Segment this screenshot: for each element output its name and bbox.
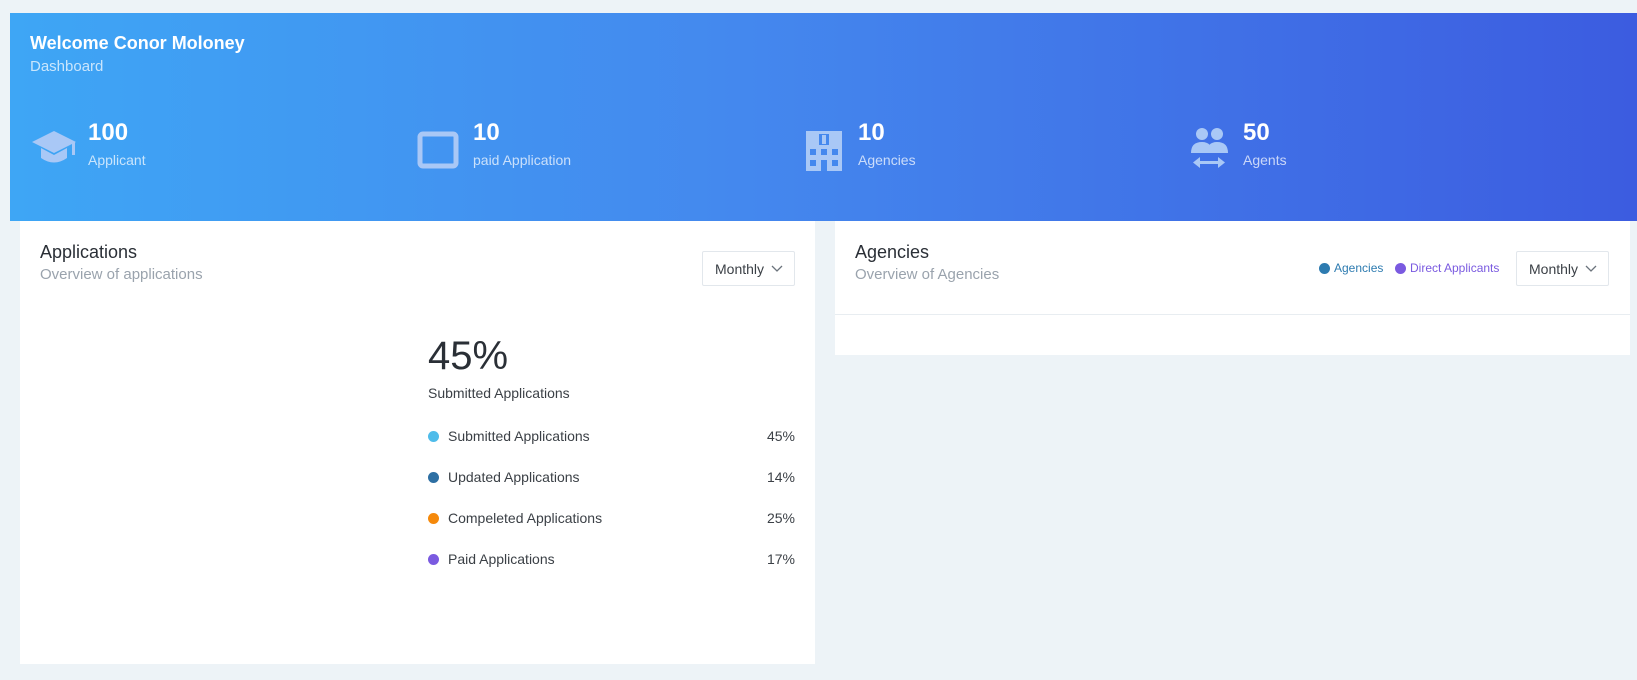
building-icon: [806, 131, 842, 171]
legend-label: Agencies: [1334, 261, 1384, 275]
legend-label: Compeleted Applications: [448, 510, 603, 526]
legend-agencies[interactable]: Agencies: [1319, 261, 1383, 275]
legend-item: Compeleted Applications 25%: [428, 509, 815, 529]
stat-paid-application: 10 paid Application: [415, 119, 795, 179]
welcome-banner: Welcome Conor Moloney Dashboard 100 Appl…: [10, 13, 1637, 221]
page-subtitle: Dashboard: [30, 58, 104, 75]
legend-label: Submitted Applications: [448, 428, 590, 444]
legend-dot: [428, 431, 439, 442]
welcome-title: Welcome Conor Moloney: [30, 33, 245, 53]
stat-value: 10: [858, 119, 885, 146]
stat-label: Applicant: [88, 152, 146, 168]
stat-label: paid Application: [473, 152, 572, 168]
legend-item: Paid Applications 17%: [428, 550, 815, 570]
agencies-subtitle: Overview of Agencies: [855, 266, 1000, 283]
agents-exchange-icon: [1191, 128, 1228, 168]
divider: [835, 314, 1630, 315]
applications-card: Applications Overview of applications Mo…: [20, 221, 815, 664]
legend-value: 14%: [766, 469, 795, 485]
stat-value: 100: [88, 119, 129, 146]
agencies-card: Agencies Overview of Agencies Agencies D…: [835, 221, 1630, 355]
headline-percentage: 45%: [428, 334, 509, 378]
legend-label: Paid Applications: [448, 551, 555, 567]
stat-value: 50: [1243, 119, 1270, 146]
applications-period-dropdown[interactable]: Monthly: [702, 251, 795, 286]
legend-value: 17%: [766, 551, 795, 567]
dropdown-value: Monthly: [1529, 260, 1579, 277]
legend-label: Updated Applications: [448, 469, 580, 485]
legend-dot: [428, 472, 439, 483]
stat-value: 10: [473, 119, 500, 146]
stat-label: Agents: [1243, 152, 1287, 168]
chevron-down-icon: [1585, 265, 1597, 272]
legend-value: 45%: [766, 428, 795, 444]
stat-agents: 50 Agents: [1185, 119, 1565, 179]
headline-caption: Submitted Applications: [428, 385, 570, 401]
legend-item: Submitted Applications 45%: [428, 427, 815, 447]
dropdown-value: Monthly: [715, 260, 765, 277]
agencies-title: Agencies: [855, 242, 930, 262]
stat-label: Agencies: [858, 152, 916, 168]
legend-dot: [1395, 262, 1406, 274]
legend-dot: [428, 554, 439, 565]
chevron-down-icon: [771, 265, 783, 272]
window-icon: [417, 131, 459, 169]
legend-dot: [428, 513, 439, 524]
agencies-period-dropdown[interactable]: Monthly: [1516, 251, 1609, 286]
legend-direct-applicants[interactable]: Direct Applicants: [1395, 261, 1499, 275]
legend-label: Direct Applicants: [1410, 261, 1500, 275]
legend-item: Updated Applications 14%: [428, 468, 815, 488]
legend-dot: [1319, 262, 1330, 274]
graduation-cap-icon: [32, 131, 76, 163]
stat-applicant: 100 Applicant: [30, 119, 410, 179]
legend-value: 25%: [766, 510, 795, 526]
stat-agencies: 10 Agencies: [800, 119, 1180, 179]
applications-subtitle: Overview of applications: [40, 266, 203, 283]
applications-title: Applications: [40, 242, 138, 262]
